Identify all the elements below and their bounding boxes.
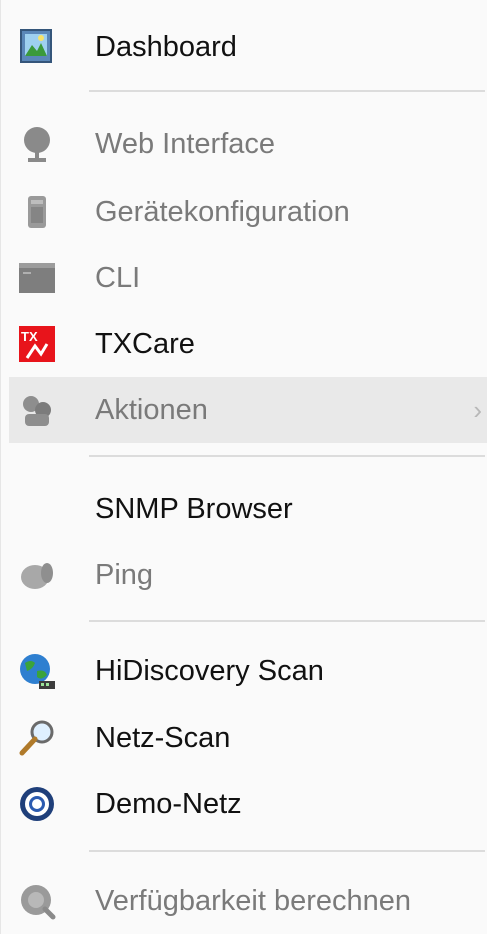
menu-item-verfuegbarkeit-berechnen[interactable]: Verfügbarkeit berechnen <box>9 868 487 934</box>
txcare-icon: TX <box>17 324 57 364</box>
context-menu: Dashboard Web Interface Gerätekonfigurat… <box>0 0 487 934</box>
dashboard-icon <box>17 27 57 67</box>
menu-item-web-interface[interactable]: Web Interface <box>9 111 487 177</box>
menu-item-aktionen[interactable]: Aktionen › <box>9 377 487 443</box>
menu-item-dashboard[interactable]: Dashboard <box>9 14 487 80</box>
menu-separator <box>89 850 485 852</box>
menu-item-label: SNMP Browser <box>95 493 293 525</box>
globe-network-icon <box>17 651 57 691</box>
menu-item-label: Verfügbarkeit berechnen <box>95 885 411 917</box>
menu-item-txcare[interactable]: TX TXCare <box>9 311 487 377</box>
menu-item-hidiscovery-scan[interactable]: HiDiscovery Scan <box>9 638 487 704</box>
menu-separator <box>89 455 485 457</box>
menu-item-label: Aktionen <box>95 394 208 426</box>
menu-item-label: Gerätekonfiguration <box>95 196 350 228</box>
menu-item-demo-netz[interactable]: Demo-Netz <box>9 771 487 837</box>
menu-item-label: Web Interface <box>95 128 276 160</box>
ping-icon <box>17 555 57 595</box>
availability-icon <box>17 881 57 921</box>
demo-network-icon <box>17 784 57 824</box>
menu-item-label: Demo-Netz <box>95 788 242 820</box>
globe-stand-icon <box>17 124 57 164</box>
menu-item-label: HiDiscovery Scan <box>95 655 324 687</box>
magnifier-icon <box>17 718 57 758</box>
menu-separator <box>89 620 485 622</box>
svg-text:TX: TX <box>21 329 38 344</box>
menu-item-label: Ping <box>95 559 154 591</box>
menu-item-label: Dashboard <box>95 31 237 63</box>
menu-separator <box>89 90 485 92</box>
actions-icon <box>17 390 57 430</box>
menu-item-netz-scan[interactable]: Netz-Scan <box>9 705 487 771</box>
menu-item-label: CLI <box>95 262 141 294</box>
menu-item-cli[interactable]: CLI <box>9 245 487 311</box>
menu-item-ping[interactable]: Ping <box>9 542 487 608</box>
terminal-icon <box>17 258 57 298</box>
menu-item-snmp-browser[interactable]: SNMP Browser <box>9 476 487 542</box>
chevron-right-icon: › <box>473 395 482 425</box>
menu-item-geraetekonfiguration[interactable]: Gerätekonfiguration <box>9 179 487 245</box>
menu-item-label: TXCare <box>95 328 195 360</box>
device-config-icon <box>17 192 57 232</box>
menu-item-label: Netz-Scan <box>95 722 231 754</box>
